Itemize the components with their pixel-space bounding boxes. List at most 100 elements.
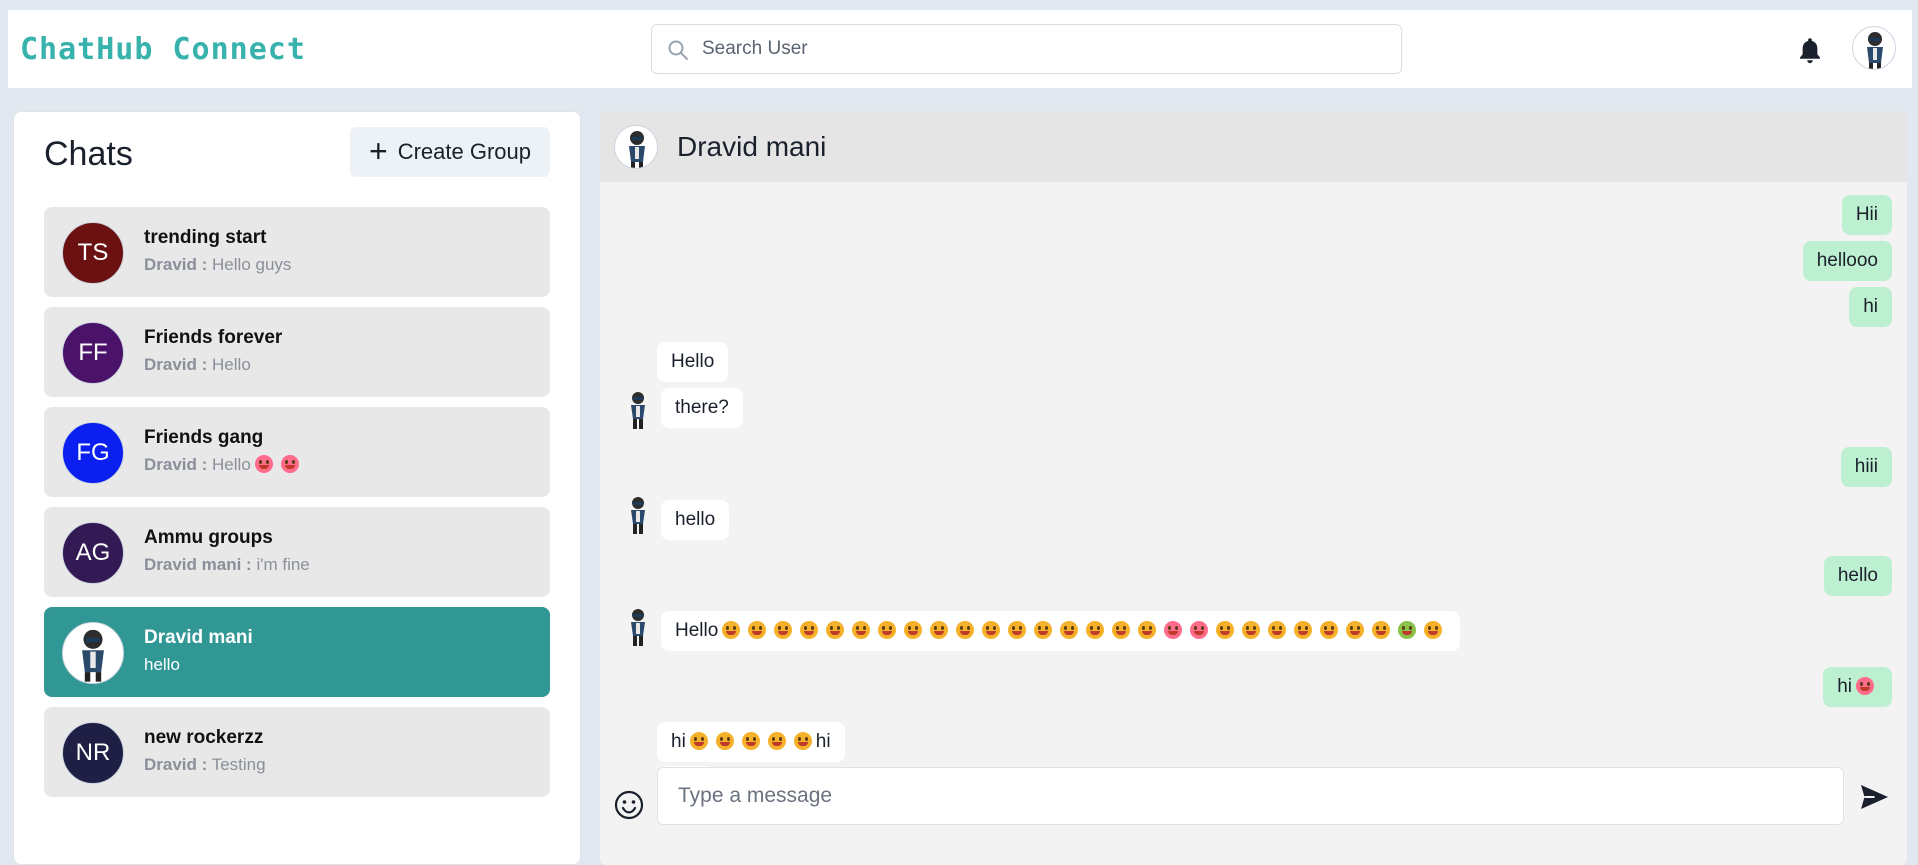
profile-avatar[interactable]: [1852, 26, 1896, 70]
emoji-icon: [254, 455, 273, 473]
emoji-icon: [1164, 621, 1183, 639]
chats-sidebar: Chats + Create Group TS trending start Dra…: [13, 111, 581, 865]
emoji-icon: [280, 455, 299, 473]
emoji-icon: [1346, 621, 1365, 639]
emoji-icon: [956, 621, 975, 639]
chat-list-item[interactable]: TS trending start Dravid : Hello guys: [44, 207, 550, 297]
chat-last-text: Testing: [211, 755, 266, 774]
create-group-button[interactable]: + Create Group: [350, 127, 550, 177]
emoji-icon: [748, 621, 767, 639]
emoji-icon: [793, 732, 812, 750]
chat-last-text: i'm fine: [256, 555, 310, 574]
emoji-icon: [741, 732, 760, 750]
message-input[interactable]: [657, 767, 1844, 825]
emoji-icon: [904, 621, 923, 639]
chat-list-item[interactable]: FF Friends forever Dravid : Hello: [44, 307, 550, 397]
chat-last-message: Dravid : Hello: [144, 355, 251, 375]
emoji-icon: [1190, 621, 1209, 639]
emoji-icon: [715, 732, 734, 750]
chats-title: Chats: [44, 135, 133, 173]
chat-last-sender: Dravid :: [144, 255, 208, 274]
chat-list-item[interactable]: FG Friends gang Dravid : Hello: [44, 407, 550, 497]
chat-last-text: Hello guys: [212, 255, 292, 274]
chat-last-text: Hello: [212, 455, 251, 474]
message-incoming: hello: [661, 500, 730, 540]
message-list[interactable]: Hii hellooo hi Hello there? hiii hello h…: [600, 182, 1907, 767]
chat-last-message: Dravid : Hello: [144, 455, 303, 475]
emoji-icon: [774, 621, 793, 639]
chat-last-message: Dravid : Hello guys: [144, 255, 291, 275]
message-composer: [600, 767, 1907, 865]
emoji-icon: [1856, 677, 1874, 695]
person-avatar-icon: [1867, 32, 1883, 69]
message-outgoing: hellooo: [1802, 241, 1892, 281]
emoji-icon: [1008, 621, 1027, 639]
chat-last-message: Dravid mani : i'm fine: [144, 555, 310, 575]
emoji-icon: [982, 621, 1001, 639]
emoji-icon: [1138, 621, 1157, 639]
chat-name: new rockerzz: [144, 727, 264, 748]
message-outgoing: hiii: [1840, 447, 1892, 487]
app-brand[interactable]: ChatHub Connect: [20, 32, 306, 67]
emoji-icon: [689, 732, 708, 750]
message-incoming-emoji: hi hi: [657, 722, 845, 762]
emoji-icon: [1268, 621, 1287, 639]
chat-list-item[interactable]: AG Ammu groups Dravid mani : i'm fine: [44, 507, 550, 597]
emoji-icon: [722, 621, 741, 639]
person-avatar-icon: [82, 629, 104, 682]
sender-avatar-icon: [631, 392, 645, 429]
chat-avatar: FF: [62, 322, 124, 384]
chat-name: Friends forever: [144, 327, 283, 348]
chat-avatar: NR: [62, 722, 124, 784]
emoji-icon: [767, 732, 786, 750]
chat-last-message: Dravid : Testing: [144, 755, 266, 775]
contact-name[interactable]: Dravid mani: [677, 131, 826, 163]
chat-avatar: TS: [62, 222, 124, 284]
emoji-icon: [1242, 621, 1261, 639]
contact-avatar[interactable]: [614, 125, 658, 169]
emoji-icon: [1372, 621, 1391, 639]
chat-avatar: [62, 622, 124, 684]
emoji-sequence: [718, 620, 1446, 641]
chat-list-item[interactable]: Dravid mani hello: [44, 607, 550, 697]
sender-avatar-icon: [631, 497, 645, 534]
search-box[interactable]: [651, 24, 1402, 74]
emoji-icon: [800, 621, 819, 639]
person-avatar-icon: [629, 131, 645, 168]
chat-name: Dravid mani: [144, 627, 253, 648]
message-incoming: there?: [661, 388, 743, 428]
chat-last-sender: Dravid :: [144, 755, 208, 774]
chat-name: trending start: [144, 227, 267, 248]
emoji-icon: [1216, 621, 1235, 639]
emoji-icon: [878, 621, 897, 639]
emoji-icon: [1034, 621, 1053, 639]
emoji-icon: [1320, 621, 1339, 639]
message-outgoing: hello: [1823, 556, 1892, 596]
message-outgoing: hi: [1823, 667, 1892, 707]
chat-last-text: Hello: [212, 355, 251, 374]
plus-icon: +: [369, 132, 388, 169]
emoji-icon: [1398, 621, 1417, 639]
send-icon[interactable]: [1858, 781, 1890, 813]
chat-header: Dravid mani: [600, 111, 1907, 182]
chat-list: TS trending start Dravid : Hello guys FF Fri…: [44, 207, 550, 807]
emoji-icon: [1112, 621, 1131, 639]
bell-icon[interactable]: [1796, 36, 1824, 66]
emoji-icon: [1086, 621, 1105, 639]
chat-last-text: hello: [144, 655, 180, 674]
search-icon: [668, 40, 688, 60]
chat-last-sender: Dravid :: [144, 355, 208, 374]
app-header: ChatHub Connect: [8, 10, 1912, 88]
emoji-picker-icon[interactable]: [613, 789, 645, 821]
chat-avatar: AG: [62, 522, 124, 584]
chat-name: Ammu groups: [144, 527, 273, 548]
search-input[interactable]: [702, 25, 1382, 73]
chat-last-sender: Dravid :: [144, 455, 208, 474]
chat-avatar: FG: [62, 422, 124, 484]
chat-list-item[interactable]: NR new rockerzz Dravid : Testing: [44, 707, 550, 797]
create-group-label: Create Group: [397, 139, 531, 164]
message-outgoing: hi: [1849, 287, 1892, 327]
emoji-icon: [1424, 621, 1443, 639]
emoji-icon: [1060, 621, 1079, 639]
message-incoming-emoji: Hello: [661, 611, 1461, 651]
